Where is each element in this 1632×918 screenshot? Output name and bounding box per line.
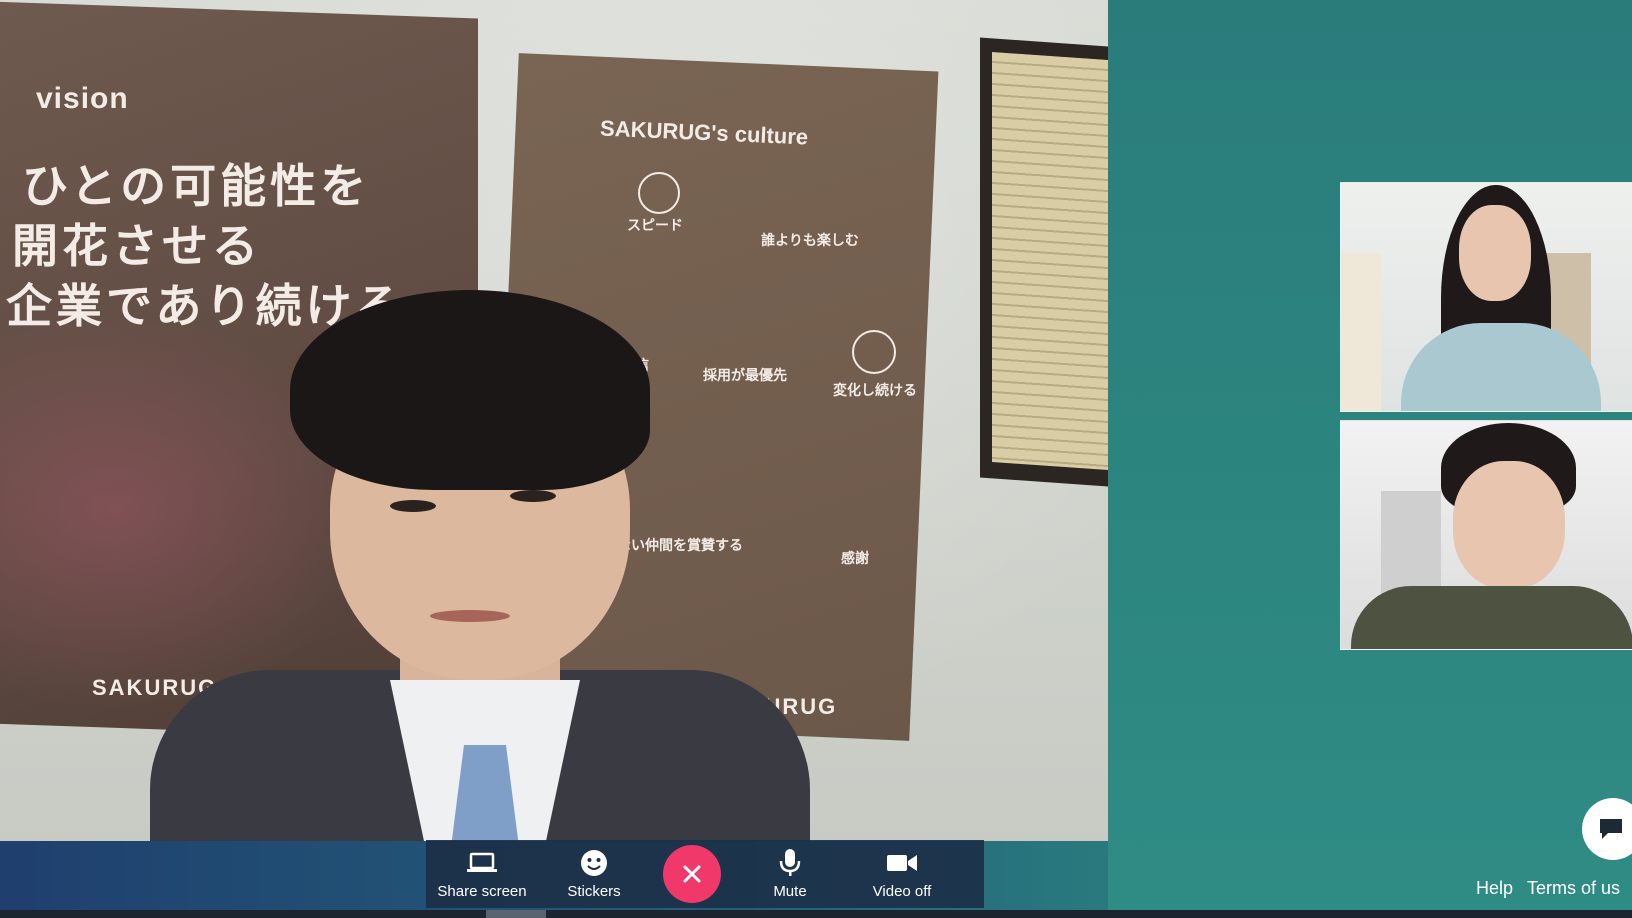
speaker-eye-right [510,490,556,502]
bottom-strip-segment [486,910,546,918]
vision-heading: vision [36,82,129,115]
participant-video-1[interactable] [1340,182,1632,412]
smiley-icon [580,849,608,877]
call-toolbar: Share screen Stickers Mute Video off [426,840,984,908]
hangup-button[interactable] [663,845,721,903]
stickers-button[interactable]: Stickers [538,840,650,908]
share-screen-button[interactable]: Share screen [426,840,538,908]
stickers-label: Stickers [567,882,621,900]
main-speaker [140,290,840,841]
speaker-hair [290,290,650,490]
video-off-button[interactable]: Video off [846,840,958,908]
microphone-icon [779,848,801,877]
vision-line-1: ひとの可能性を [22,159,371,213]
participant-2-body [1351,586,1632,649]
speaker-eye-left [390,500,436,512]
participant-2-face [1453,461,1565,589]
mute-label: Mute [773,882,807,900]
participant-1-face [1459,205,1531,301]
share-screen-label: Share screen [437,882,527,900]
mute-button[interactable]: Mute [734,840,846,908]
culture-item-enjoy: 誰よりも楽しむ [761,232,859,248]
video-off-label: Video off [872,882,932,900]
window-curtain [1341,253,1381,411]
help-link[interactable]: Help [1476,878,1513,899]
video-camera-icon [886,849,918,877]
speaker-mouth [430,610,510,622]
participant-video-2[interactable] [1340,420,1632,650]
laptop-icon [466,849,498,877]
window-blind [992,51,1108,471]
terms-link[interactable]: Terms of us [1527,878,1620,899]
bottom-strip [0,910,1632,918]
culture-item-speed: スピード [627,217,683,233]
chat-icon [1600,819,1622,839]
refresh-icon [852,330,896,374]
close-icon [683,865,701,883]
vision-line-2: 開花させる [12,219,262,273]
clock-icon [638,172,680,214]
main-video-feed: vision ひとの可能性を 開花させる 企業であり続ける SAKURUG SA… [0,0,1108,841]
